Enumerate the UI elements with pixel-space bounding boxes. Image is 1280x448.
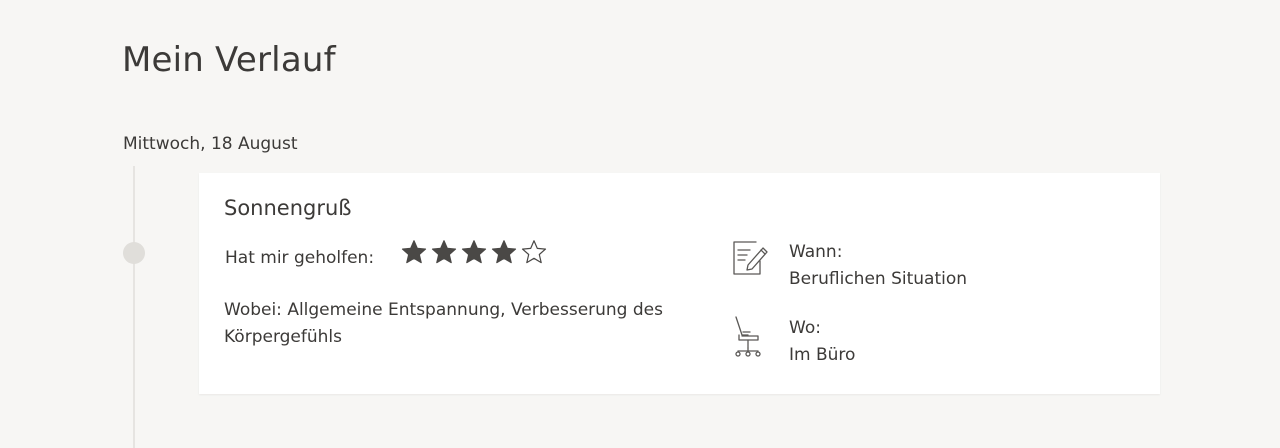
star-filled-icon xyxy=(461,239,487,265)
where-info: Wo: Im Büro xyxy=(732,315,855,369)
history-entry-card[interactable]: Sonnengruß Hat mir geholfen: Wobei: Allg… xyxy=(199,173,1160,394)
date-heading: Mittwoch, 18 August xyxy=(123,134,298,154)
where-label: Wo: xyxy=(789,318,821,338)
star-filled-icon xyxy=(491,239,517,265)
when-info: Wann: Beruflichen Situation xyxy=(732,239,967,293)
star-filled-icon xyxy=(431,239,457,265)
entry-title: Sonnengruß xyxy=(224,196,352,220)
star-filled-icon xyxy=(401,239,427,265)
where-value: Im Büro xyxy=(789,345,856,365)
note-pencil-icon xyxy=(732,239,770,283)
when-value: Beruflichen Situation xyxy=(789,269,968,289)
rating-stars xyxy=(401,239,547,265)
helped-label: Hat mir geholfen: xyxy=(225,248,375,268)
wobei-text: Wobei: Allgemeine Entspannung, Verbesser… xyxy=(224,300,663,347)
when-label: Wann: xyxy=(789,242,843,262)
office-chair-icon xyxy=(732,315,770,359)
history-page: Mein Verlauf Mittwoch, 18 August Sonneng… xyxy=(0,0,1280,448)
page-title: Mein Verlauf xyxy=(122,40,336,80)
star-outline-icon xyxy=(521,239,547,265)
timeline-dot xyxy=(123,242,145,264)
timeline-line xyxy=(133,166,135,448)
